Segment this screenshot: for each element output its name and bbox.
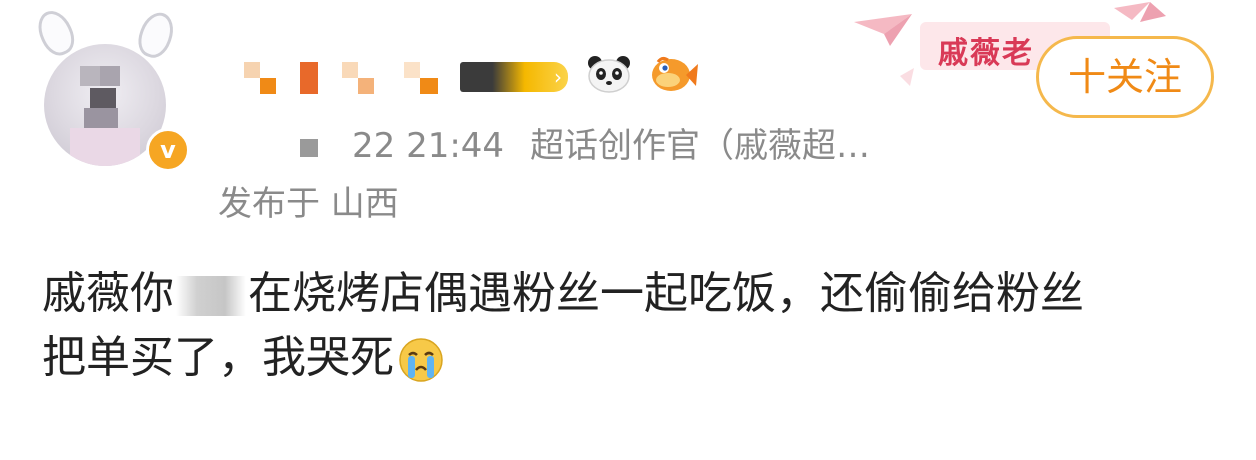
post-time: 22 21:44 xyxy=(352,126,505,166)
username-pixel xyxy=(342,62,358,78)
vip-badge[interactable]: › xyxy=(460,62,568,92)
crying-icon xyxy=(399,338,443,382)
follow-button[interactable]: 十关注 xyxy=(1036,36,1214,118)
post-body: 戚薇你 在烧烤店偶遇粉丝一起吃饭，还偷偷给粉丝 把单买了，我哭死 xyxy=(42,262,1232,390)
censor-blur xyxy=(176,276,246,316)
username-pixel xyxy=(420,78,438,94)
bunny-ear-right xyxy=(133,7,179,63)
username-pixel xyxy=(300,62,318,94)
post-location: 发布于 山西 xyxy=(218,184,399,224)
username-pixel xyxy=(404,62,420,78)
meta-redaction xyxy=(300,138,318,157)
verified-badge: v xyxy=(146,128,190,172)
post-source[interactable]: 超话创作官（戚薇超… xyxy=(530,126,870,166)
post-meta: 22 21:44 超话创作官（戚薇超… xyxy=(300,124,870,168)
post-line-1: 戚薇你 在烧烤店偶遇粉丝一起吃饭，还偷偷给粉丝 xyxy=(42,262,1232,326)
username-pixel xyxy=(260,78,276,94)
avatar-container[interactable]: v xyxy=(30,5,190,172)
avatar-pixel xyxy=(100,66,120,86)
avatar-pixel xyxy=(90,88,116,108)
banner-text: 戚薇老 xyxy=(938,36,1034,71)
avatar-pixel xyxy=(70,128,140,166)
avatar-pixel xyxy=(84,108,118,128)
panda-icon xyxy=(588,56,630,93)
fish-icon xyxy=(652,56,698,91)
username-row[interactable]: › xyxy=(234,54,704,98)
avatar-pixel xyxy=(80,66,100,86)
post-line-2: 把单买了，我哭死 xyxy=(42,326,1232,390)
post-text: 把单买了，我哭死 xyxy=(42,332,394,383)
username-pixel xyxy=(358,78,374,94)
post-text: 在烧烤店偶遇粉丝一起吃饭，还偷偷给粉丝 xyxy=(248,268,1084,319)
post-text: 戚薇你 xyxy=(42,268,174,319)
username-pixel xyxy=(244,62,260,78)
